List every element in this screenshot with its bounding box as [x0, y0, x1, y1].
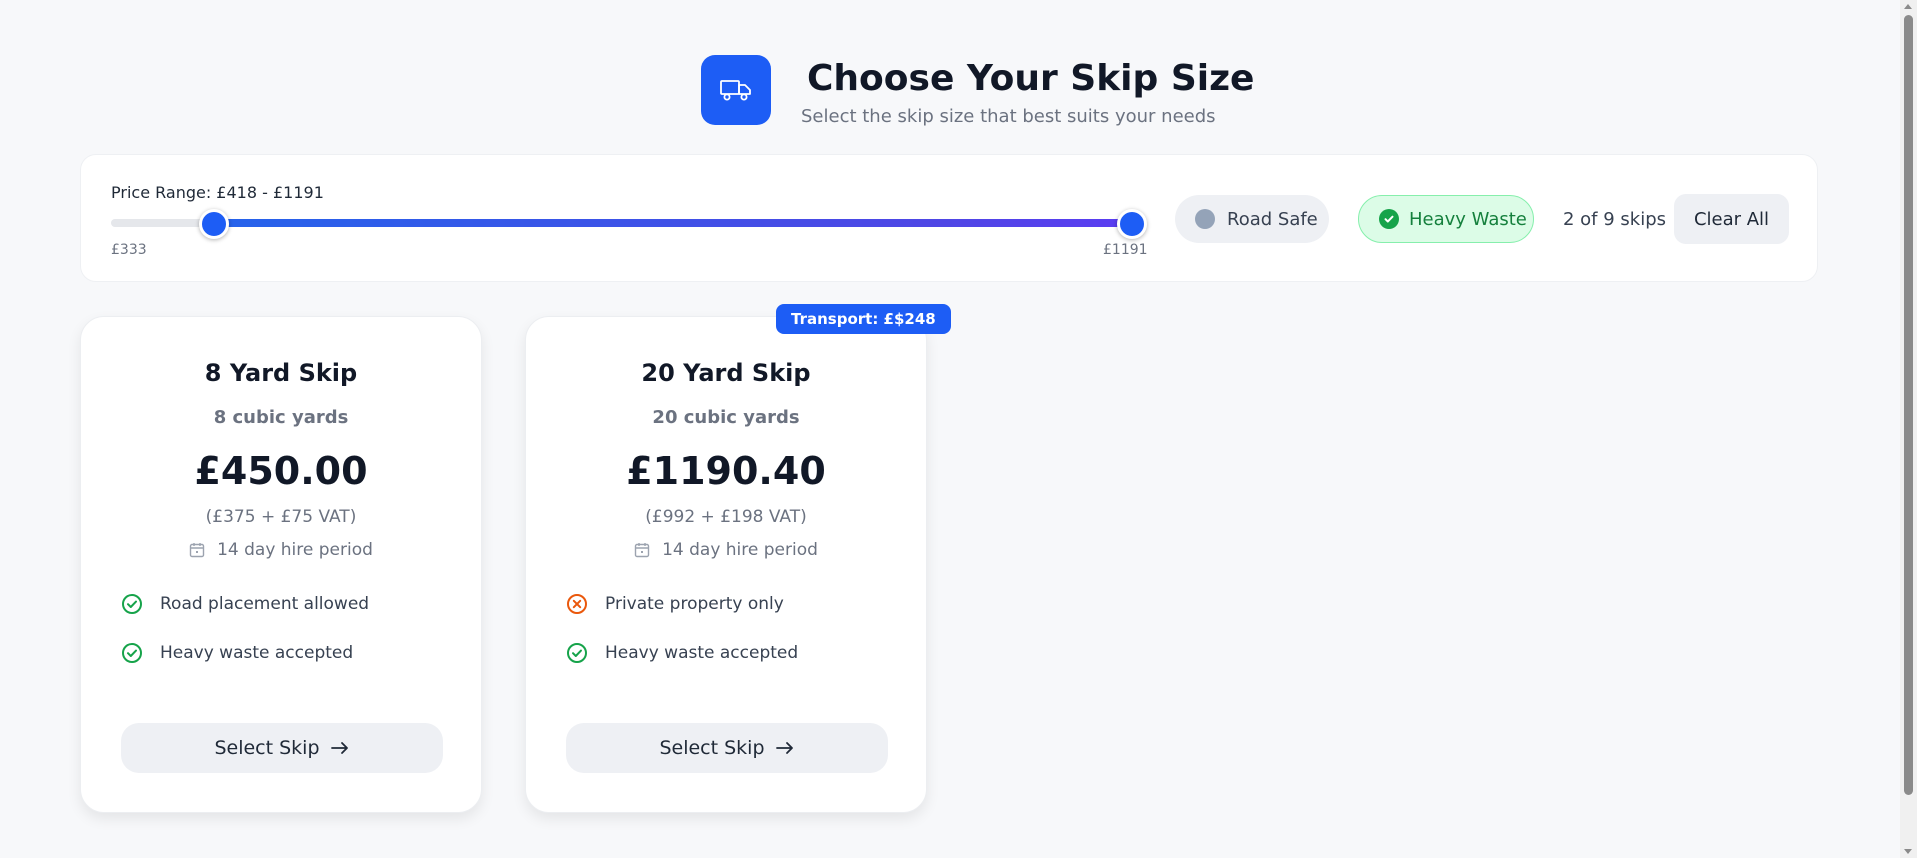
calendar-icon [189, 543, 205, 558]
select-skip-button[interactable]: Select Skip [121, 723, 443, 773]
hire-period-text: 14 day hire period [662, 540, 818, 560]
skip-name: 8 Yard Skip [204, 359, 358, 387]
results-count: 2 of 9 skips [1563, 209, 1667, 230]
check-circle-icon [567, 643, 587, 663]
slider-max-label: £1191 [1103, 242, 1148, 258]
skip-price: £450.00 [194, 449, 368, 493]
price-range-slider[interactable] [111, 209, 1147, 239]
calendar-icon [634, 543, 650, 558]
road-safe-filter[interactable]: Road Safe [1175, 195, 1329, 243]
hire-period-text: 14 day hire period [217, 540, 373, 560]
feature-text: Heavy waste accepted [605, 643, 799, 663]
heavy-waste-label: Heavy Waste [1409, 208, 1527, 230]
road-safe-label: Road Safe [1227, 208, 1318, 230]
page-header: Choose Your Skip Size Select the skip si… [0, 55, 1917, 130]
skip-card-20-yard[interactable]: Transport: £$248 20 Yard Skip 20 cubic y… [525, 304, 951, 813]
vertical-scrollbar[interactable] [1900, 0, 1917, 858]
filter-panel: Price Range: £418 - £1191 £333 £1191 Roa… [80, 154, 1818, 282]
truck-icon [701, 55, 771, 125]
feature-item: Road placement allowed [121, 593, 369, 615]
scroll-down-arrow-icon[interactable] [1904, 849, 1912, 854]
skip-card-8-yard[interactable]: 8 Yard Skip 8 cubic yards £450.00 (£375 … [80, 316, 482, 813]
check-circle-icon [122, 643, 142, 663]
skip-volume: 8 cubic yards [213, 407, 349, 428]
check-circle-icon [122, 594, 142, 614]
check-circle-icon [1379, 209, 1399, 229]
skip-name: 20 Yard Skip [641, 359, 811, 387]
feature-text: Private property only [605, 594, 784, 614]
feature-text: Heavy waste accepted [160, 643, 354, 663]
scrollbar-thumb[interactable] [1904, 15, 1913, 795]
scroll-up-arrow-icon[interactable] [1904, 4, 1912, 9]
hire-period: 14 day hire period [81, 540, 481, 560]
slider-max-handle[interactable] [1117, 209, 1147, 239]
feature-item: Private property only [566, 593, 784, 615]
hire-period: 14 day hire period [526, 540, 926, 560]
feature-item: Heavy waste accepted [566, 642, 798, 664]
transport-badge: Transport: £$248 [776, 304, 951, 334]
skip-price: £1190.40 [626, 449, 826, 493]
slider-range-fill [211, 219, 1130, 227]
clear-all-button[interactable]: Clear All [1674, 194, 1789, 244]
select-skip-label: Select Skip [659, 737, 765, 759]
x-circle-icon [567, 594, 587, 614]
price-breakdown: (£375 + £75 VAT) [205, 507, 357, 527]
select-skip-button[interactable]: Select Skip [566, 723, 888, 773]
arrow-right-icon [775, 742, 793, 754]
unchecked-circle-icon [1195, 209, 1215, 229]
page-subtitle: Select the skip size that best suits you… [801, 106, 1216, 127]
select-skip-label: Select Skip [214, 737, 320, 759]
slider-min-label: £333 [111, 242, 147, 258]
feature-text: Road placement allowed [160, 594, 370, 614]
heavy-waste-filter[interactable]: Heavy Waste [1358, 195, 1534, 243]
feature-item: Heavy waste accepted [121, 642, 353, 664]
page-title: Choose Your Skip Size [807, 58, 1255, 99]
arrow-right-icon [330, 742, 348, 754]
price-range-label: Price Range: £418 - £1191 [111, 183, 324, 202]
price-breakdown: (£992 + £198 VAT) [645, 507, 807, 527]
slider-min-handle[interactable] [198, 209, 229, 239]
skip-volume: 20 cubic yards [652, 407, 800, 428]
